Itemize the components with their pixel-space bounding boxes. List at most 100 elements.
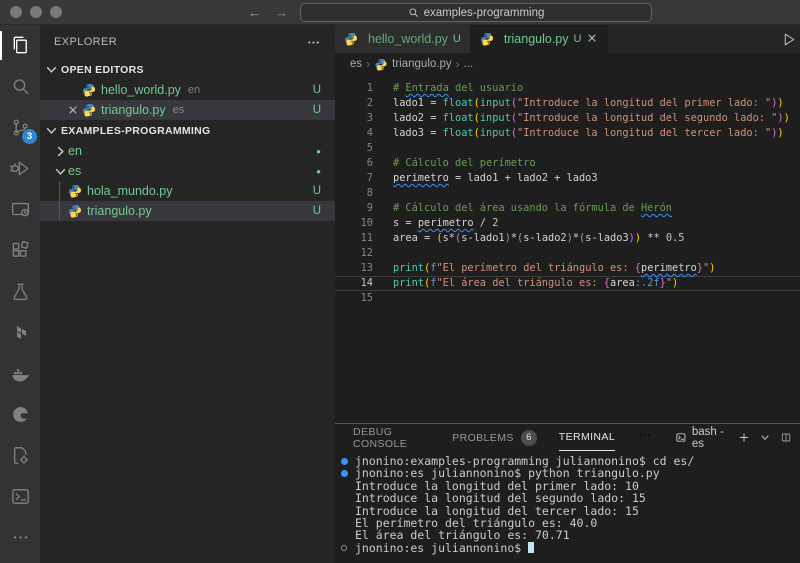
- code-token: ): [709, 262, 716, 274]
- code-token: #: [393, 82, 406, 94]
- file-name: triangulo.py: [87, 204, 152, 218]
- activity-item-search[interactable]: [0, 66, 40, 107]
- chevron-down-icon: [55, 168, 65, 175]
- activity-item-remote-explorer[interactable]: [0, 189, 40, 230]
- code-token: lado1 =: [393, 97, 443, 109]
- back-arrow-icon[interactable]: ←: [248, 5, 261, 20]
- bottom-panel: DEBUG CONSOLE PROBLEMS 6 TERMINAL bash - es …: [335, 423, 800, 563]
- code-line-4[interactable]: 4 lado3 = float(input("Introduce la longi…: [335, 126, 800, 141]
- command-decoration-filled: [341, 457, 355, 465]
- code-line-13[interactable]: 13 print(f"El perímetro del triángulo es:…: [335, 261, 800, 276]
- activity-item-terraform[interactable]: [0, 312, 40, 353]
- code-line-14[interactable]: 14 print(f"El área del triángulo es: {are…: [335, 276, 800, 291]
- tree-folder-es[interactable]: es ●: [40, 161, 335, 181]
- run-python-file-button[interactable]: [781, 25, 800, 53]
- close-window-button[interactable]: [10, 6, 22, 18]
- tree-folder-en[interactable]: en ●: [40, 141, 335, 161]
- code-line-9[interactable]: 9 # Cálculo del área usando la fórmula de…: [335, 201, 800, 216]
- git-untracked-badge: U: [312, 84, 321, 96]
- close-icon[interactable]: [67, 104, 79, 116]
- line-number: 2: [366, 97, 373, 109]
- close-icon[interactable]: [586, 32, 598, 44]
- breadcrumb-item[interactable]: triangulo.py: [392, 58, 451, 70]
- files-icon: [13, 36, 27, 54]
- workspace-section[interactable]: EXAMPLES-PROGRAMMING: [40, 120, 335, 141]
- activity-item-run-and-debug[interactable]: [0, 148, 40, 189]
- code-line-8[interactable]: 8: [335, 186, 800, 201]
- activity-item-source-control[interactable]: 3: [0, 107, 40, 148]
- file-name: hola_mundo.py: [87, 184, 173, 198]
- panel-tab-problems[interactable]: PROBLEMS 6: [452, 424, 537, 451]
- code-token: lado2 =: [393, 112, 443, 124]
- code-token: "El perímetro del triángulo es:: [436, 262, 635, 274]
- code-line-12[interactable]: 12: [335, 246, 800, 261]
- open-editors-section[interactable]: OPEN EDITORS: [40, 59, 335, 80]
- open-editor-triangulo.py[interactable]: triangulo.py es U: [40, 100, 335, 120]
- activity-item-extensions[interactable]: [0, 230, 40, 271]
- panel-more-actions[interactable]: [637, 427, 653, 448]
- activity-item-external-terminal[interactable]: [0, 476, 40, 517]
- line-number: 1: [366, 82, 373, 94]
- code-token: 0.5: [665, 232, 685, 244]
- code-line-5[interactable]: 5: [335, 141, 800, 156]
- code-line-1[interactable]: 1 # Entrada del usuario: [335, 81, 800, 96]
- panel-tab-debug-console[interactable]: DEBUG CONSOLE: [353, 424, 430, 451]
- code-line-11[interactable]: 11 area = (s*(s-lado1)*(s-lado2)*(s-lado3…: [335, 231, 800, 246]
- tree-file-triangulo.py[interactable]: triangulo.py U: [40, 201, 335, 221]
- line-number: 15: [360, 292, 373, 304]
- zoom-window-button[interactable]: [50, 6, 62, 18]
- search-icon: [13, 79, 28, 95]
- code-line-15[interactable]: 15: [335, 291, 800, 306]
- breadcrumb-item[interactable]: es: [350, 58, 362, 70]
- activity-item-more-views[interactable]: [0, 517, 40, 558]
- code-line-7[interactable]: 7 perimetro = lado1 + lado2 + lado3: [335, 171, 800, 186]
- code-token: "Introduce la longitud del primer lado: …: [517, 97, 772, 109]
- tab-hello_world.py[interactable]: hello_world.py U: [335, 25, 471, 53]
- terminal-output[interactable]: jnonino:examples-programming juliannonin…: [335, 451, 800, 563]
- line-number: 14: [360, 277, 373, 289]
- python-file-icon: [68, 205, 82, 218]
- code-line-3[interactable]: 3 lado2 = float(input("Introduce la longi…: [335, 111, 800, 126]
- code-token: :.2f: [634, 277, 660, 289]
- activity-item-testing[interactable]: [0, 271, 40, 312]
- explorer-actions-icon[interactable]: [306, 35, 321, 50]
- ellipsis-icon: [13, 536, 27, 539]
- terminal-dropdown-icon[interactable]: [759, 430, 771, 445]
- activity-item-edge-tools[interactable]: [0, 394, 40, 435]
- open-editor-hello_world.py[interactable]: hello_world.py en U: [40, 80, 335, 100]
- ellipsis-icon[interactable]: [637, 427, 653, 443]
- folder-name: es: [68, 164, 82, 178]
- activity-bar: 3: [0, 25, 40, 563]
- code-line-2[interactable]: 2 lado1 = float(input("Introduce la longi…: [335, 96, 800, 111]
- command-center-search[interactable]: examples-programming: [300, 3, 652, 22]
- open-editors-section-label: OPEN EDITORS: [61, 63, 144, 76]
- code-line-10[interactable]: 10 s = perimetro / 2: [335, 216, 800, 231]
- code-token: s-lado1: [461, 232, 505, 244]
- tab-triangulo.py[interactable]: triangulo.py U: [470, 25, 609, 53]
- chevron-down-icon: [46, 66, 57, 73]
- split-terminal-icon[interactable]: [780, 430, 792, 445]
- minimize-window-button[interactable]: [30, 6, 42, 18]
- window-controls: [10, 6, 62, 18]
- code-editor[interactable]: 1 # Entrada del usuario 2 lado1 = float(inp…: [335, 75, 800, 423]
- activity-item-docker[interactable]: [0, 353, 40, 394]
- terminal-shell-picker[interactable]: bash - es: [675, 426, 729, 450]
- new-terminal-icon[interactable]: [738, 430, 750, 445]
- code-line-6[interactable]: 6 # Cálculo del perímetro: [335, 156, 800, 171]
- play-icon[interactable]: [781, 31, 798, 48]
- git-untracked-badge: U: [312, 185, 321, 197]
- git-untracked-badge: U: [312, 205, 321, 217]
- close-editor-button[interactable]: [64, 104, 82, 116]
- panel-tab-terminal[interactable]: TERMINAL: [558, 424, 616, 451]
- code-token: input: [479, 127, 511, 139]
- close-tab-button[interactable]: [586, 32, 598, 47]
- code-token: s-lado3: [585, 232, 629, 244]
- tree-file-hola_mundo.py[interactable]: hola_mundo.py U: [40, 181, 335, 201]
- forward-arrow-icon[interactable]: →: [275, 5, 288, 20]
- breadcrumb-item[interactable]: ...: [464, 58, 474, 70]
- line-content: print(f"El perímetro del triángulo es: {…: [393, 261, 715, 276]
- activity-item-code-runner[interactable]: [0, 435, 40, 476]
- shell-label: bash - es: [691, 425, 724, 450]
- code-token: s =: [393, 217, 418, 229]
- activity-item-explorer[interactable]: [0, 25, 40, 66]
